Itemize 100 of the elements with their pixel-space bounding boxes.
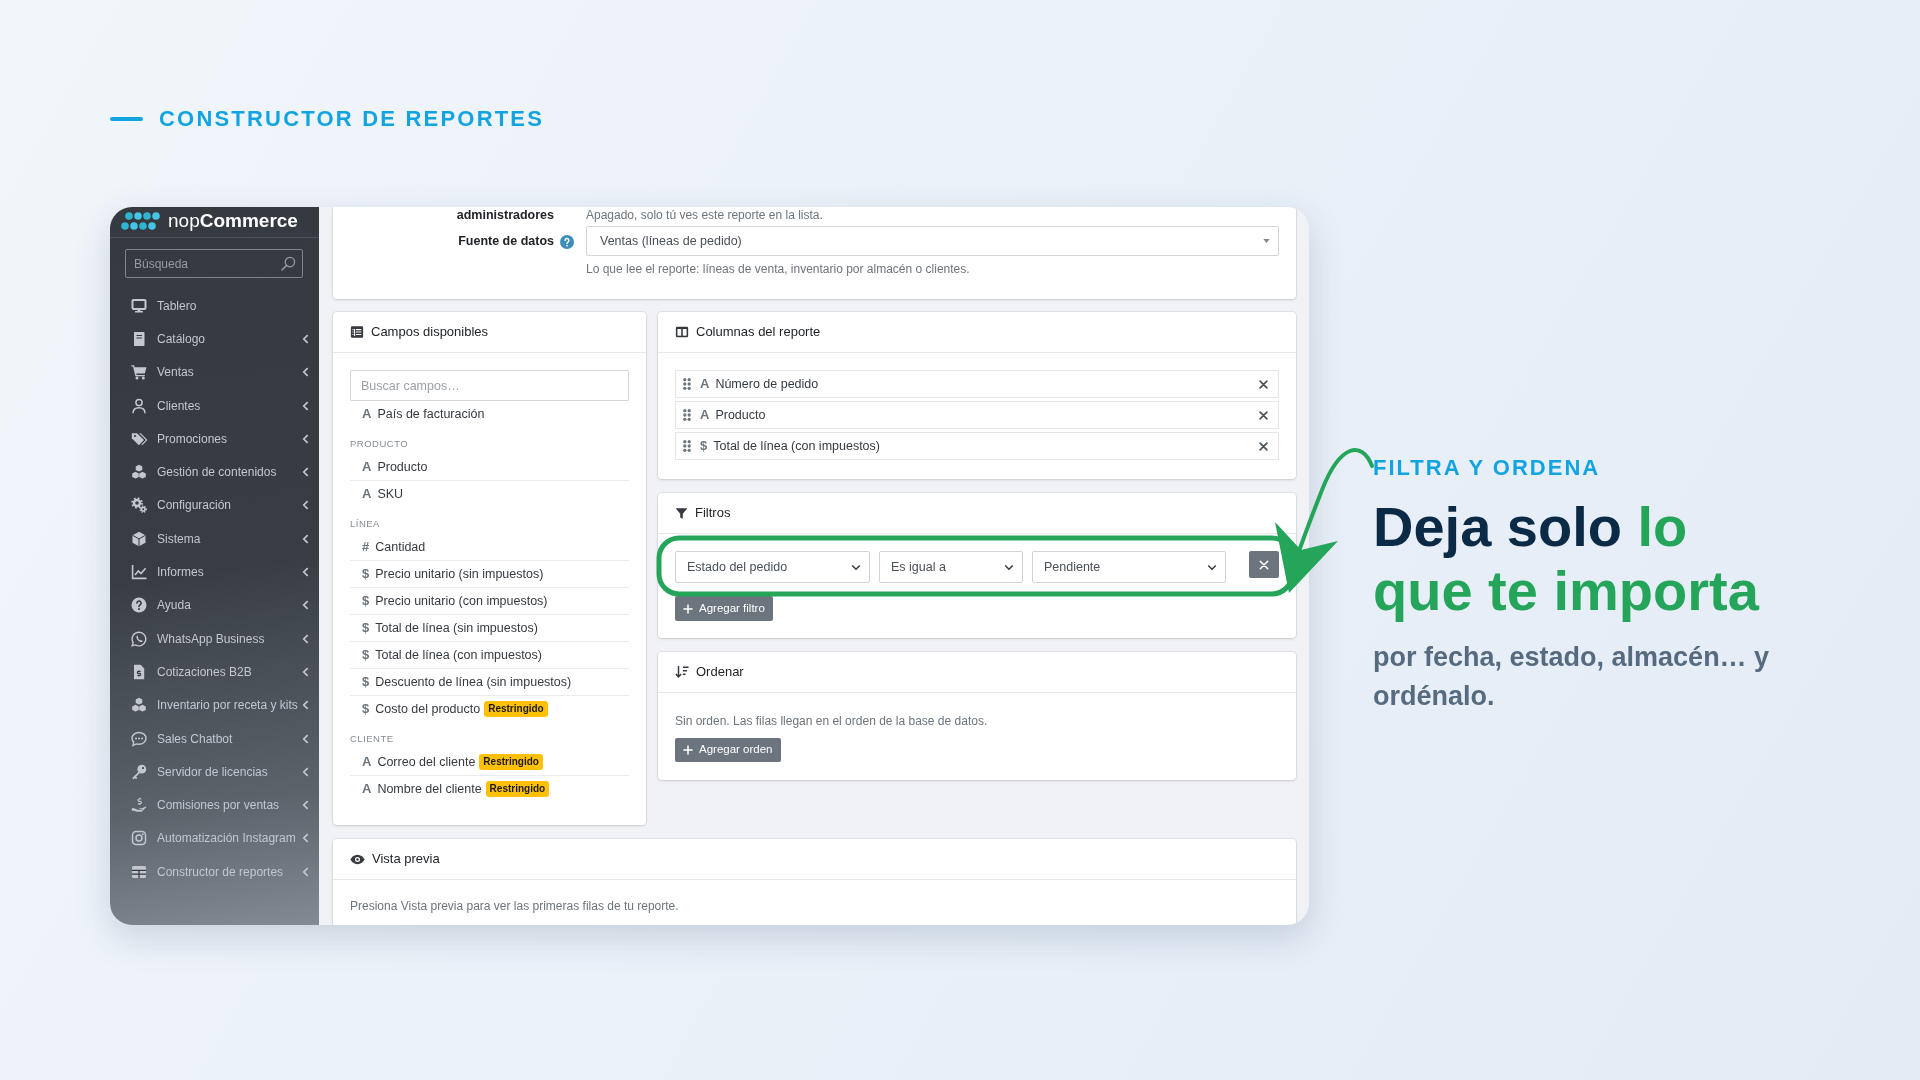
plus-icon: [683, 603, 693, 614]
gears-icon: [131, 497, 147, 514]
chevron-icon: [302, 766, 309, 777]
close-icon[interactable]: [1259, 410, 1268, 420]
help-text: Lo que lee el reporte: líneas de venta, inventario por almacén o clientes.: [586, 261, 971, 277]
chevron-down-icon: [851, 563, 861, 571]
field-label: Fuente de datos: [457, 233, 554, 249]
group-label: PRODUCTO: [350, 436, 410, 451]
sidebar-item[interactable]: Ayuda: [110, 588, 319, 622]
cube-icon: [131, 530, 147, 547]
chevron-icon: [302, 600, 309, 611]
list-icon: [350, 325, 364, 339]
type-symbol: A: [362, 753, 372, 772]
chat-dots-icon: [131, 730, 147, 747]
sidebar-item[interactable]: WhatsApp Business: [110, 621, 319, 656]
cart-icon: [131, 364, 147, 381]
column-item[interactable]: A Producto: [675, 401, 1279, 429]
sidebar-item[interactable]: Sales Chatbot: [110, 721, 319, 756]
book-icon: [131, 330, 147, 347]
type-symbol: $: [362, 673, 370, 692]
headline: Deja solo lo que te importa: [1373, 495, 1761, 623]
help-text: Presiona Vista previa para ver las primeras filas de tu reporte.: [350, 898, 680, 914]
sidebar-item[interactable]: Cotizaciones B2B: [110, 655, 319, 689]
field-item[interactable]: $ Descuento de línea (sin impuestos): [350, 669, 629, 696]
type-symbol: $: [362, 592, 370, 611]
remove-button[interactable]: [1249, 551, 1279, 578]
drag-handle-icon[interactable]: [683, 409, 691, 421]
plus-icon: [683, 745, 693, 755]
field-item[interactable]: $ Total de línea (con impuestos): [350, 642, 629, 669]
type-symbol: $: [362, 619, 370, 638]
close-icon[interactable]: [1259, 441, 1268, 451]
column-item[interactable]: $ Total de línea (con impuestos): [675, 432, 1279, 460]
chevron-icon: [302, 700, 309, 711]
sidebar-item[interactable]: Inventario por receta y kits: [110, 688, 319, 722]
select-field[interactable]: Estado del pedido: [675, 551, 870, 583]
add-filter-button[interactable]: Agregar filtro: [675, 596, 773, 621]
chevron-icon: [302, 333, 309, 344]
type-symbol: A: [700, 375, 710, 394]
sidebar-item[interactable]: Sistema: [110, 522, 319, 556]
chevron-icon: [302, 633, 309, 644]
sidebar-item[interactable]: Configuración: [110, 488, 319, 523]
restricted-badge: Restringido: [485, 781, 550, 797]
chevron-icon: [302, 567, 309, 577]
chevron-down-icon: [1004, 563, 1014, 571]
cubes-icon: [131, 697, 147, 714]
help-text: Apagado, solo tú ves este reporte en la lista.: [586, 207, 824, 223]
field-item[interactable]: A País de facturación: [350, 401, 629, 428]
field-item[interactable]: $ Total de línea (sin impuestos): [350, 615, 629, 642]
restricted-badge: Restringido: [479, 754, 543, 770]
sidebar-item[interactable]: Tablero: [110, 289, 319, 323]
subtitle: por fecha, estado, almacén… y ordénalo.: [1373, 641, 1771, 713]
logo-icon: [121, 212, 161, 230]
eyebrow-text: FILTRA Y ORDENA: [1373, 456, 1602, 480]
column-item[interactable]: A Número de pedido: [675, 370, 1279, 398]
sidebar-item[interactable]: Ventas: [110, 355, 319, 389]
field-item[interactable]: A Correo del cliente Restringido: [350, 749, 629, 776]
chevron-icon: [302, 400, 309, 411]
sidebar-item[interactable]: Catálogo: [110, 322, 319, 356]
logo-text: nopCommerce: [168, 210, 298, 232]
field-item[interactable]: A Nombre del cliente Restringido: [350, 776, 629, 803]
sidebar-item[interactable]: Informes: [110, 555, 319, 589]
sidebar-item[interactable]: Clientes: [110, 388, 319, 423]
sidebar-item[interactable]: Gestión de contenidos: [110, 455, 319, 489]
search-field[interactable]: Búsqueda: [125, 249, 303, 278]
select-field[interactable]: Pendiente: [1032, 551, 1226, 583]
drag-handle-icon[interactable]: [683, 440, 691, 452]
field-item[interactable]: $ Costo del producto Restringido: [350, 696, 629, 723]
restricted-badge: Restringido: [484, 701, 548, 717]
select-field[interactable]: Ventas (líneas de pedido): [586, 226, 1279, 256]
chevron-icon: [302, 666, 309, 677]
sidebar-item[interactable]: Promociones: [110, 422, 319, 456]
type-symbol: $: [700, 437, 708, 456]
close-icon[interactable]: [1259, 379, 1268, 389]
cubes-icon: [131, 464, 147, 481]
chevron-icon: [302, 467, 309, 478]
field-item[interactable]: # Cantidad: [350, 534, 629, 561]
chevron-icon: [302, 500, 309, 511]
type-symbol: #: [362, 538, 370, 557]
field-item[interactable]: $ Precio unitario (con impuestos): [350, 588, 629, 615]
drag-handle-icon[interactable]: [683, 378, 691, 390]
group-label: CLIENTE: [350, 731, 395, 746]
sidebar-item[interactable]: Servidor de licencias: [110, 755, 319, 789]
sidebar-item[interactable]: Comisiones por ventas: [110, 788, 319, 822]
group-label: LÍNEA: [350, 516, 381, 531]
type-symbol: A: [362, 780, 372, 799]
chevron-icon: [302, 367, 309, 378]
invoice-icon: [131, 663, 147, 680]
field-item[interactable]: A SKU: [350, 481, 629, 508]
caret-icon: [1263, 239, 1270, 243]
panel-title: Vista previa: [372, 850, 440, 869]
sort-icon: [675, 665, 689, 679]
field-label: administradores: [455, 207, 554, 223]
field-item[interactable]: $ Precio unitario (sin impuestos): [350, 561, 629, 588]
search-icon[interactable]: [281, 256, 296, 271]
add-sort-button[interactable]: Agregar orden: [675, 738, 781, 762]
select-field[interactable]: Es igual a: [879, 551, 1023, 583]
help-icon[interactable]: [560, 234, 574, 249]
field-item[interactable]: A Producto: [350, 454, 629, 481]
chevron-icon: [302, 533, 309, 544]
question-icon: [131, 597, 147, 614]
